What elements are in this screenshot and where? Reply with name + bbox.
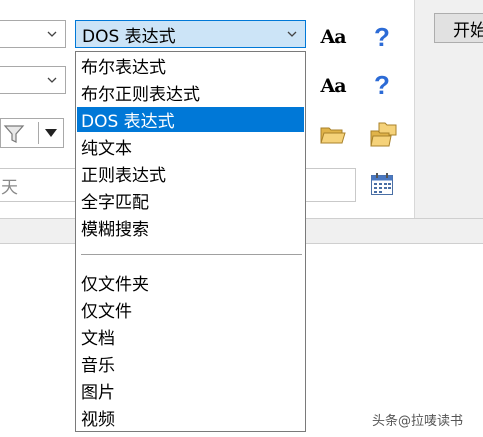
panel-divider [414, 0, 415, 218]
filter-button[interactable] [0, 118, 64, 148]
search-type-combo[interactable]: DOS 表达式 [75, 20, 306, 48]
search-type-dropdown: 布尔表达式 布尔正则表达式 DOS 表达式 纯文本 正则表达式 全字匹配 模糊搜… [75, 51, 306, 432]
dropdown-item-music[interactable]: 音乐 [77, 351, 304, 376]
dropdown-item-fuzzy[interactable]: 模糊搜索 [77, 215, 304, 240]
chevron-down-icon [47, 31, 57, 37]
start-button-label: 开始 [453, 20, 483, 41]
calendar-icon[interactable] [370, 172, 394, 196]
caret-down-icon[interactable] [44, 128, 58, 138]
help-icon[interactable]: ? [368, 22, 396, 52]
date-input-placeholder: 天 [1, 177, 18, 198]
watermark-text: 头条@拉唛读书 [372, 414, 464, 429]
dropdown-item-pictures[interactable]: 图片 [77, 378, 304, 403]
dropdown-item-videos[interactable]: 视频 [77, 405, 304, 430]
search-text-combo[interactable] [0, 20, 66, 48]
match-case-icon[interactable]: Aa [318, 73, 348, 99]
dropdown-item-folders-only[interactable]: 仅文件夹 [77, 270, 304, 295]
search-location-combo[interactable] [0, 66, 66, 94]
browse-folders-icon[interactable] [370, 122, 398, 148]
filter-funnel-icon [3, 125, 25, 143]
help-icon[interactable]: ? [368, 70, 396, 100]
chevron-down-icon [287, 31, 297, 37]
dropdown-item-boolean-regex[interactable]: 布尔正则表达式 [77, 80, 304, 105]
dropdown-item-files-only[interactable]: 仅文件 [77, 297, 304, 322]
dropdown-item-dos-expression[interactable]: DOS 表达式 [77, 107, 304, 132]
chevron-down-icon [47, 77, 57, 83]
dropdown-item-boolean[interactable]: 布尔表达式 [77, 53, 304, 78]
search-type-value: DOS 表达式 [82, 26, 176, 47]
dropdown-item-whole-word[interactable]: 全字匹配 [77, 188, 304, 213]
start-search-button[interactable]: 开始 [434, 13, 483, 43]
dropdown-item-plain-text[interactable]: 纯文本 [77, 134, 304, 159]
dropdown-item-documents[interactable]: 文档 [77, 324, 304, 349]
open-folder-icon[interactable] [320, 124, 346, 146]
dropdown-item-regex[interactable]: 正则表达式 [77, 161, 304, 186]
match-case-icon[interactable]: Aa [318, 24, 348, 50]
dropdown-separator [81, 254, 302, 255]
filter-split-divider [38, 122, 39, 144]
